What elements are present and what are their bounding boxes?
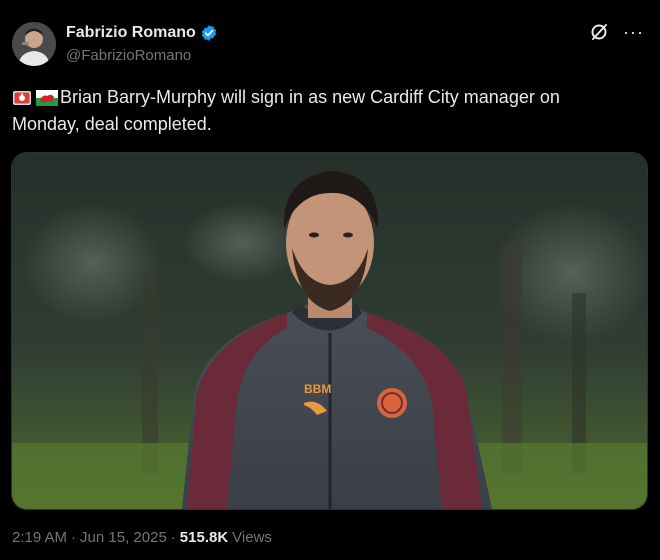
avatar[interactable] (12, 22, 56, 66)
tweet-text: Brian Barry-Murphy will sign in as new C… (12, 87, 560, 134)
photo-man-in-training-top-icon: BBM (12, 153, 647, 509)
tweet-photo[interactable]: BBM (11, 152, 648, 510)
verified-badge-icon (200, 24, 218, 42)
grok-icon[interactable] (589, 22, 609, 42)
author-handle[interactable]: @FabrizioRomano (66, 47, 191, 64)
photo-badge-text: BBM (304, 382, 331, 396)
meta-separator-2: · (170, 529, 176, 546)
tweet-header: Fabrizio Romano @FabrizioRomano ··· (12, 20, 648, 70)
tweet-time[interactable]: 2:19 AM (12, 529, 67, 546)
views-count[interactable]: 515.8K (180, 529, 228, 546)
author-display-name[interactable]: Fabrizio Romano (66, 24, 196, 42)
wales-flag-emoji (36, 87, 58, 106)
tweet-date[interactable]: Jun 15, 2025 (80, 529, 167, 546)
tweet-meta: 2:19 AM · Jun 15, 2025 · 515.8K Views (12, 529, 272, 546)
meta-separator: · (71, 529, 77, 546)
rotating-light-emoji (12, 87, 32, 105)
tweet-body: Brian Barry-Murphy will sign in as new C… (12, 84, 632, 138)
more-options-icon[interactable]: ··· (623, 23, 644, 41)
views-label: Views (232, 529, 272, 546)
